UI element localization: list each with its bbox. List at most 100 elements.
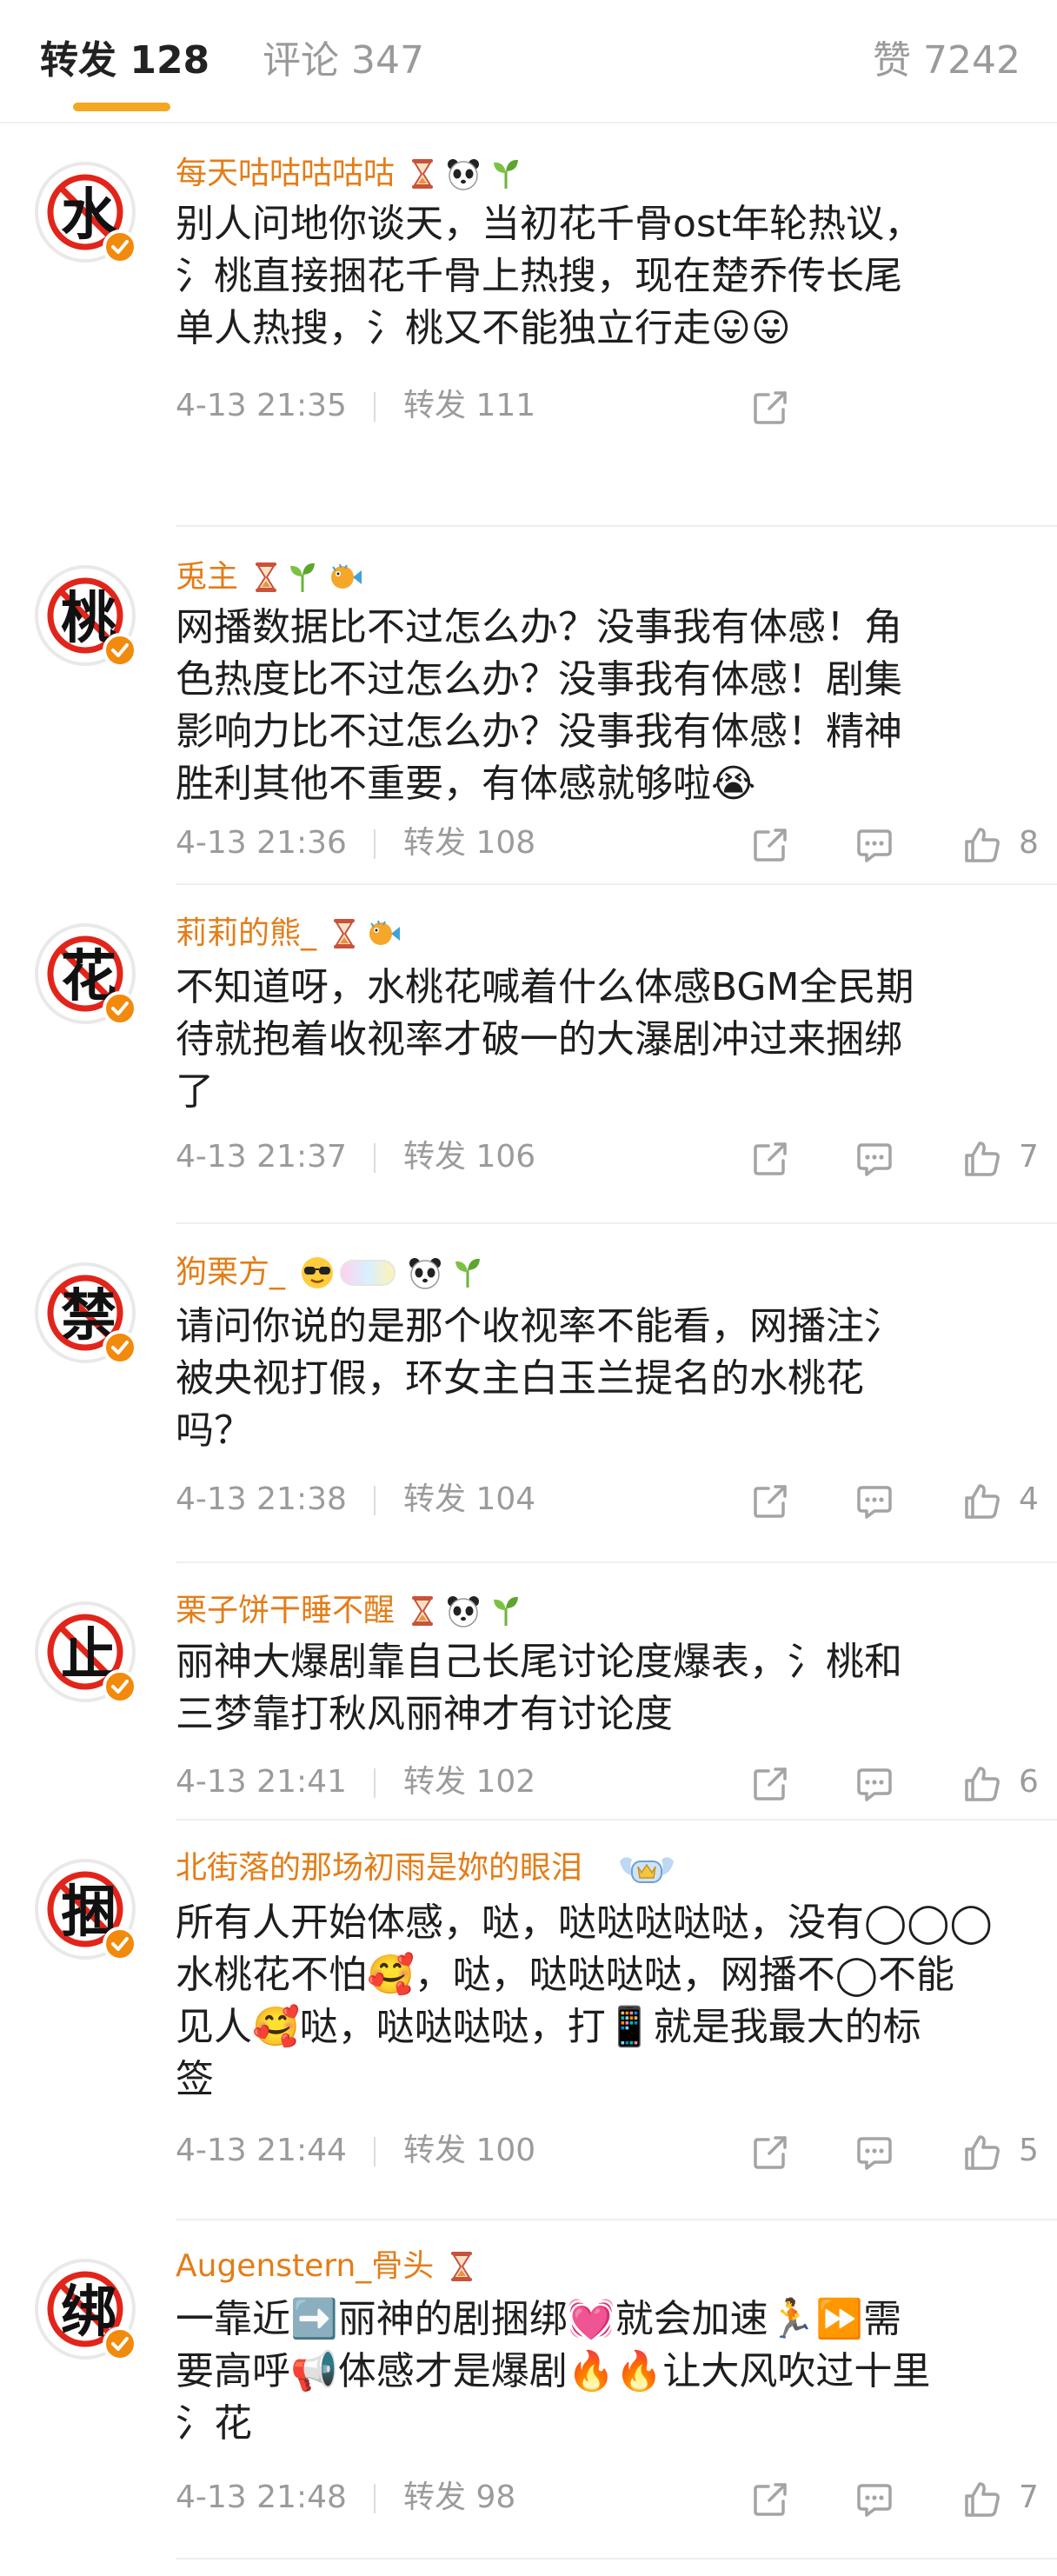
name-row: 栗子饼干睡不醒 (176, 1591, 521, 1631)
divider (374, 1768, 376, 1798)
share-icon[interactable] (749, 1138, 791, 1180)
tab-bar: 转发 128 评论 347 赞 7242 (0, 0, 1057, 123)
comment-item: 水 每天咕咕咕咕咕 别人问地你谈天，当初花千骨ost年轮热议， 氵桃直接捆花千骨… (0, 123, 1057, 527)
comment-meta: 4-13 21:44 转发 100 5 (176, 2127, 1057, 2175)
name-row: 狗栗方_ (176, 1253, 482, 1293)
like-thumb-icon[interactable] (961, 1138, 1003, 1180)
tab-like[interactable]: 赞 7242 (873, 37, 1020, 85)
repost-count[interactable]: 转发 108 (403, 819, 535, 868)
tab-like-count: 7242 (923, 38, 1020, 83)
repost-label: 转发 (403, 1481, 467, 1517)
username[interactable]: 狗栗方_ (176, 1255, 285, 1290)
tab-repost-label: 转发 (40, 38, 116, 83)
username[interactable]: 兎主 (176, 559, 238, 595)
sunglasses-face-icon (298, 1255, 336, 1290)
user-badges (399, 159, 521, 190)
verified-badge-icon (103, 230, 137, 264)
comment-text: 一靠近➡️丽神的剧捆绑💓就会加速🏃⏩需 要高呼📢体感才是爆剧🔥🔥让大风吹过十里 … (176, 2297, 931, 2446)
comment-text: 不知道呀，水桃花喊着什么体感BGM全民期 待就抱着收视率才破一的大瀑剧冲过来捆绑… (176, 965, 914, 1114)
like-thumb-icon[interactable] (961, 1763, 1003, 1805)
like-thumb-icon[interactable] (961, 824, 1003, 866)
user-badges (399, 1596, 521, 1627)
comment-time: 4-13 21:44 (176, 2133, 347, 2168)
avatar[interactable]: 禁 (35, 1262, 143, 1370)
like-thumb-icon[interactable] (961, 2479, 1003, 2520)
avatar[interactable]: 捆 (35, 1859, 143, 1967)
repost-number: 98 (475, 2479, 516, 2515)
verified-badge-icon (103, 1927, 137, 1961)
avatar[interactable]: 花 (35, 923, 143, 1031)
like-count: 5 (1019, 2133, 1039, 2168)
like-thumb-icon[interactable] (961, 2132, 1003, 2173)
comment-meta: 4-13 21:36 转发 108 8 (176, 819, 1057, 868)
rainbow-badge-icon (340, 1260, 396, 1286)
like-count: 8 (1019, 825, 1039, 861)
repost-label: 转发 (403, 2479, 467, 2515)
repost-number: 104 (475, 1481, 536, 1517)
repost-number: 102 (475, 1764, 536, 1800)
share-icon[interactable] (749, 1481, 791, 1522)
share-icon[interactable] (749, 2479, 791, 2520)
name-row: Augenstern_骨头 (176, 2247, 473, 2286)
username[interactable]: 每天咕咕咕咕咕 (176, 156, 395, 191)
repost-number: 111 (475, 388, 536, 423)
comment-item: 禁 狗栗方_ 请问你说的是那个收视率不能看，网播注氵 被央视打假，环女主白玉兰提… (0, 1224, 1057, 1563)
comment-icon[interactable] (854, 1138, 895, 1180)
comment-text: 丽神大爆剧靠自己长尾讨论度爆表，氵桃和 三梦靠打秋风丽神才有讨论度 (176, 1640, 902, 1736)
hourglass-icon (450, 2251, 473, 2282)
repost-number: 100 (475, 2133, 536, 2168)
comment-text: 网播数据比不过怎么办？没事我有体感！角 色热度比不过怎么办？没事我有体感！剧集 … (176, 605, 902, 806)
user-badges (321, 919, 401, 949)
verified-badge-icon (103, 2326, 137, 2361)
active-tab-indicator (73, 103, 170, 111)
share-icon[interactable] (749, 824, 791, 866)
comment-icon[interactable] (854, 2132, 895, 2173)
name-row: 北街落的那场初雨是妳的眼泪 (176, 1848, 677, 1888)
username[interactable]: 莉莉的熊_ (176, 915, 316, 951)
username[interactable]: Augenstern_骨头 (176, 2248, 434, 2284)
divider (374, 2484, 376, 2513)
share-icon[interactable] (749, 387, 791, 429)
comment-icon[interactable] (854, 2479, 895, 2520)
comment-time: 4-13 21:38 (176, 1481, 347, 1517)
repost-count[interactable]: 转发 98 (403, 2473, 515, 2522)
tab-comment[interactable]: 评论 347 (263, 37, 424, 85)
avatar[interactable]: 水 (35, 162, 143, 270)
comment-icon[interactable] (854, 824, 895, 866)
avatar[interactable]: 止 (35, 1601, 143, 1709)
panda-icon (446, 156, 481, 191)
share-icon[interactable] (749, 1763, 791, 1805)
avatar[interactable]: 桃 (35, 565, 143, 673)
divider (374, 829, 376, 859)
avatar[interactable]: 绑 (35, 2259, 143, 2366)
repost-label: 转发 (403, 1764, 467, 1800)
user-badges (587, 1857, 677, 1883)
user-badges (289, 1257, 482, 1289)
tab-like-label: 赞 (873, 38, 912, 83)
repost-count[interactable]: 转发 111 (403, 382, 535, 430)
verified-badge-icon (103, 991, 137, 1026)
repost-count[interactable]: 转发 102 (403, 1758, 535, 1807)
comment-item: 花 莉莉的熊_ 不知道呀，水桃花喊着什么体感BGM全民期 待就抱着收视率才破一的… (0, 885, 1057, 1224)
share-icon[interactable] (749, 2132, 791, 2173)
like-thumb-icon[interactable] (961, 1481, 1003, 1522)
comment-icon[interactable] (854, 1763, 895, 1805)
sprout-icon (453, 1256, 482, 1289)
username[interactable]: 栗子饼干睡不醒 (176, 1593, 395, 1628)
tab-comment-count: 347 (351, 38, 424, 83)
username[interactable]: 北街落的那场初雨是妳的眼泪 (176, 1850, 582, 1886)
comment-text: 别人问地你谈天，当初花千骨ost年轮热议， 氵桃直接捆花千骨上热搜，现在楚乔传长… (176, 202, 923, 350)
repost-count[interactable]: 转发 104 (403, 1475, 535, 1524)
comment-meta: 4-13 21:38 转发 104 4 (176, 1475, 1057, 1524)
tab-repost[interactable]: 转发 128 (40, 37, 209, 85)
repost-count[interactable]: 转发 106 (403, 1133, 535, 1181)
comment-time: 4-13 21:37 (176, 1139, 347, 1175)
comment-item: 桃 兎主 网播数据比不过怎么办？没事我有体感！角 色热度比不过怎么办？没事我有体… (0, 527, 1057, 885)
panda-icon (408, 1255, 442, 1290)
repost-count[interactable]: 转发 100 (403, 2127, 535, 2175)
comment-item: 止 栗子饼干睡不醒 丽神大爆剧靠自己长尾讨论度爆表，氵桃和 三梦靠打秋风丽神才有… (0, 1563, 1057, 1821)
repost-label: 转发 (403, 825, 467, 861)
comment-icon[interactable] (854, 1481, 895, 1522)
name-row: 莉莉的熊_ (176, 914, 401, 954)
pufferfish-icon (366, 918, 401, 949)
